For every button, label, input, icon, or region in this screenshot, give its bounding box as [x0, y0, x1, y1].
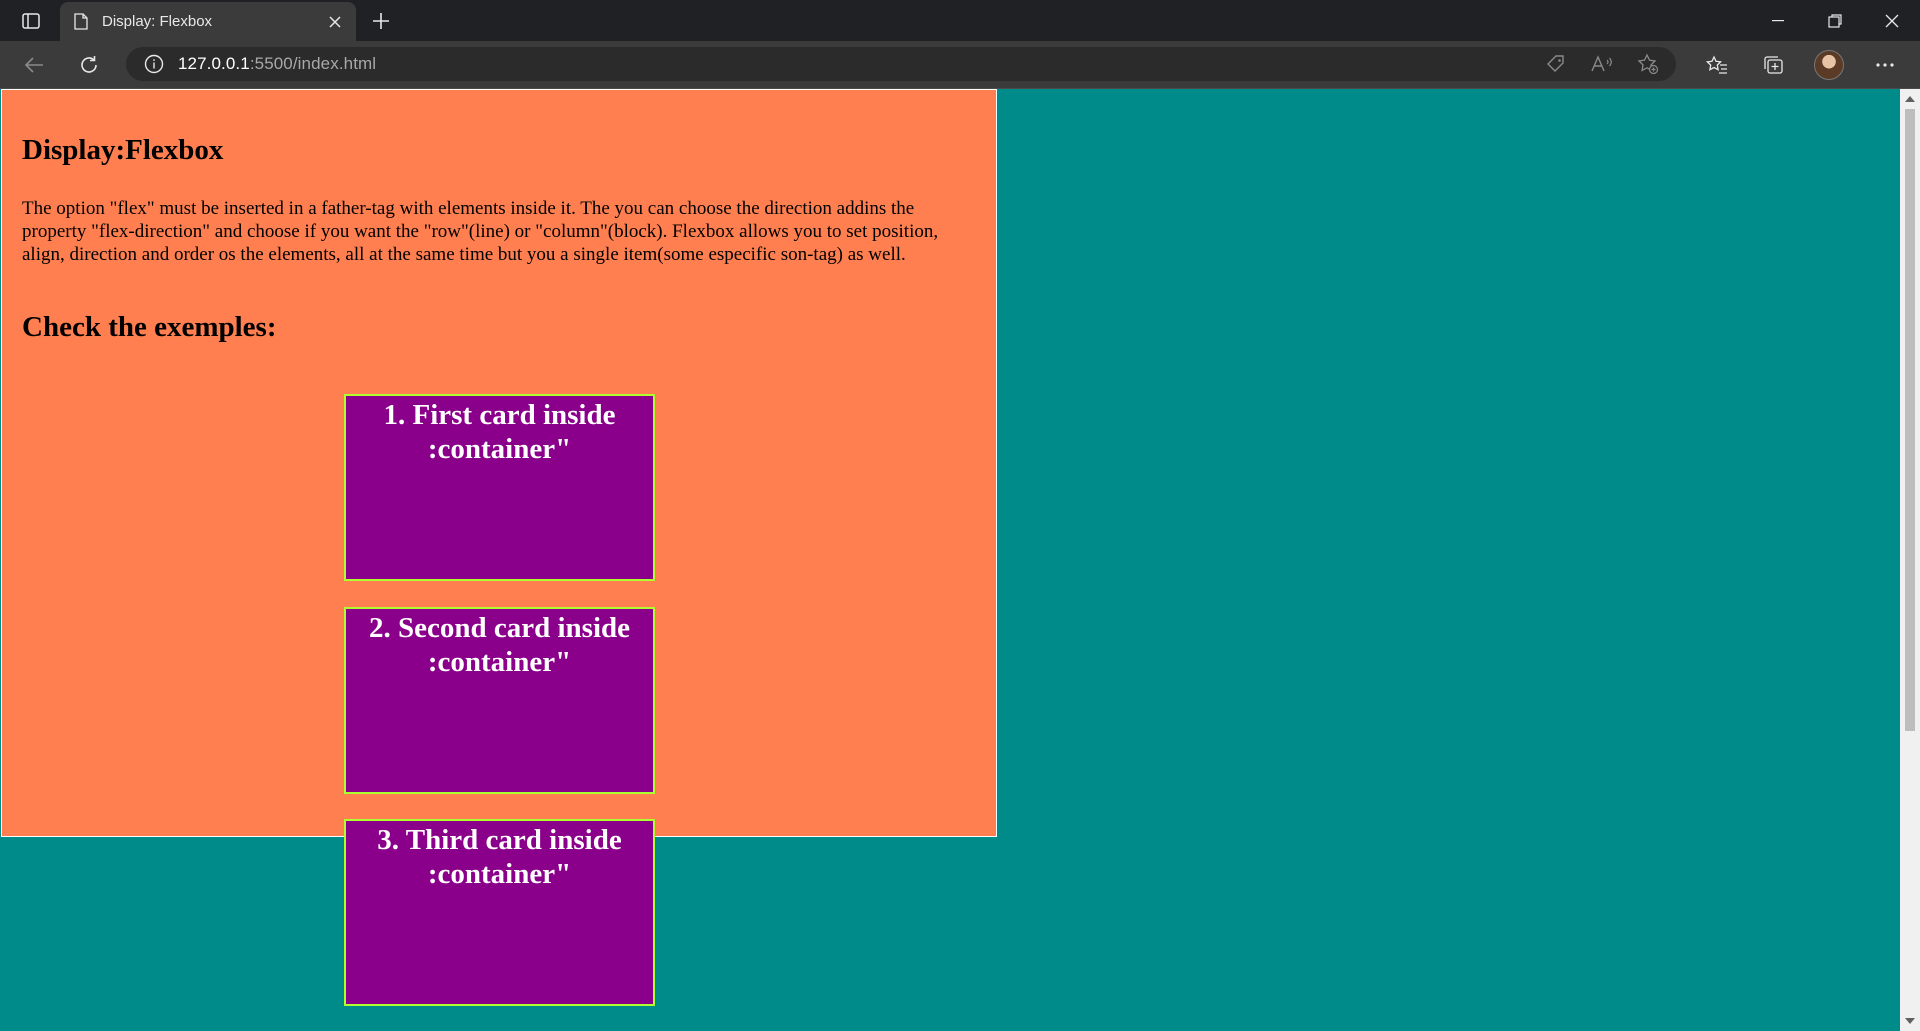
more-options-icon[interactable]	[1868, 49, 1902, 81]
minimize-icon[interactable]	[1749, 0, 1806, 41]
browser-tab-bar: Display: Flexbox	[0, 0, 1920, 41]
favorites-icon[interactable]	[1700, 49, 1734, 81]
read-aloud-icon[interactable]	[1588, 55, 1616, 73]
window-controls	[1749, 0, 1920, 41]
profile-avatar[interactable]	[1812, 49, 1846, 81]
new-tab-icon[interactable]	[366, 6, 396, 36]
back-icon[interactable]	[17, 49, 51, 81]
tab-actions-icon[interactable]	[14, 8, 48, 34]
card-2: 2. Second card inside :container"	[344, 607, 655, 794]
tag-icon[interactable]	[1542, 54, 1570, 74]
scroll-down-arrow-icon[interactable]	[1905, 1018, 1915, 1024]
address-bar[interactable]: 127.0.0.1:5500/index.html	[126, 47, 1676, 81]
add-favorite-icon[interactable]	[1634, 53, 1662, 75]
browser-toolbar: 127.0.0.1:5500/index.html	[0, 41, 1920, 89]
examples-heading: Check the exemples:	[22, 311, 277, 343]
browser-tab[interactable]: Display: Flexbox	[60, 2, 356, 41]
refresh-icon[interactable]	[72, 49, 106, 81]
page-title: Display:Flexbox	[22, 134, 224, 166]
card-1: 1. First card inside :container"	[344, 394, 655, 581]
page-icon	[74, 13, 88, 30]
page-viewport: Display:Flexbox The option "flex" must b…	[0, 89, 1900, 1031]
toolbar-actions	[1700, 49, 1902, 81]
scroll-up-arrow-icon[interactable]	[1905, 96, 1915, 102]
vertical-scrollbar[interactable]	[1900, 89, 1920, 1031]
close-window-icon[interactable]	[1863, 0, 1920, 41]
tab-title: Display: Flexbox	[102, 13, 213, 30]
site-info-icon[interactable]	[144, 54, 164, 74]
scroll-thumb[interactable]	[1905, 109, 1915, 731]
close-tab-icon[interactable]	[320, 15, 350, 28]
restore-icon[interactable]	[1806, 0, 1863, 41]
card-3: 3. Third card inside :container"	[344, 819, 655, 1006]
collections-icon[interactable]	[1756, 49, 1790, 81]
url-text: 127.0.0.1:5500/index.html	[178, 54, 377, 73]
description-paragraph: The option "flex" must be inserted in a …	[22, 198, 939, 265]
